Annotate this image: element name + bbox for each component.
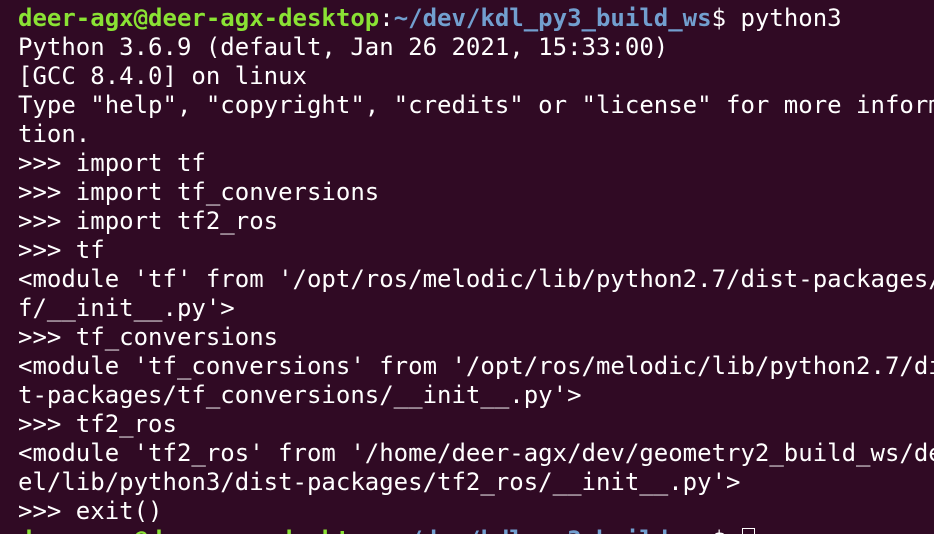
final-prompt-colon: : [379,526,393,534]
prompt-path: ~/dev/kdl_py3_build_ws [393,4,712,32]
output-line: Python 3.6.9 (default, Jan 26 2021, 15:3… [18,33,669,61]
output-line: t-packages/tf_conversions/__init__.py'> [18,381,582,409]
final-prompt-symbol: $ [712,526,741,534]
output-line: f/__init__.py'> [18,294,235,322]
output-line: tion. [18,120,91,148]
output-line: [GCC 8.4.0] on linux [18,62,307,90]
prompt-line: deer-agx@deer-agx-desktop:~/dev/kdl_py3_… [18,4,934,33]
output-line: >>> import tf_conversions [18,178,380,206]
final-prompt-user-host: deer-agx@deer-agx-desktop [18,526,379,534]
output-line: >>> tf [18,236,105,264]
prompt-colon: : [379,4,394,32]
terminal-window[interactable]: deer-agx@deer-agx-desktop:~/dev/kdl_py3_… [0,0,934,534]
final-prompt-line[interactable]: deer-agx@deer-agx-desktop:~/dev/kdl_py3_… [18,526,934,534]
output-line: >>> tf_conversions [18,323,279,351]
output-line: <module 'tf' from '/opt/ros/melodic/lib/… [18,265,934,293]
output-line: <module 'tf_conversions' from '/opt/ros/… [18,352,934,380]
output-line: >>> tf2_ros [18,410,177,438]
output-line: >>> exit() [18,497,163,525]
output-line: >>> import tf2_ros [18,207,279,235]
prompt-symbol: $ [711,4,727,32]
prompt-command: python3 [726,4,842,32]
text-cursor [742,528,756,534]
output-line: Type "help", "copyright", "credits" or "… [18,91,934,119]
prompt-user-host: deer-agx@deer-agx-desktop [18,4,380,32]
output-line: <module 'tf2_ros' from '/home/deer-agx/d… [18,439,934,467]
output-line: el/lib/python3/dist-packages/tf2_ros/__i… [18,468,741,496]
output-line: >>> import tf [18,149,206,177]
final-prompt-path: ~/dev/kdl_py3_build_ws [394,526,712,534]
